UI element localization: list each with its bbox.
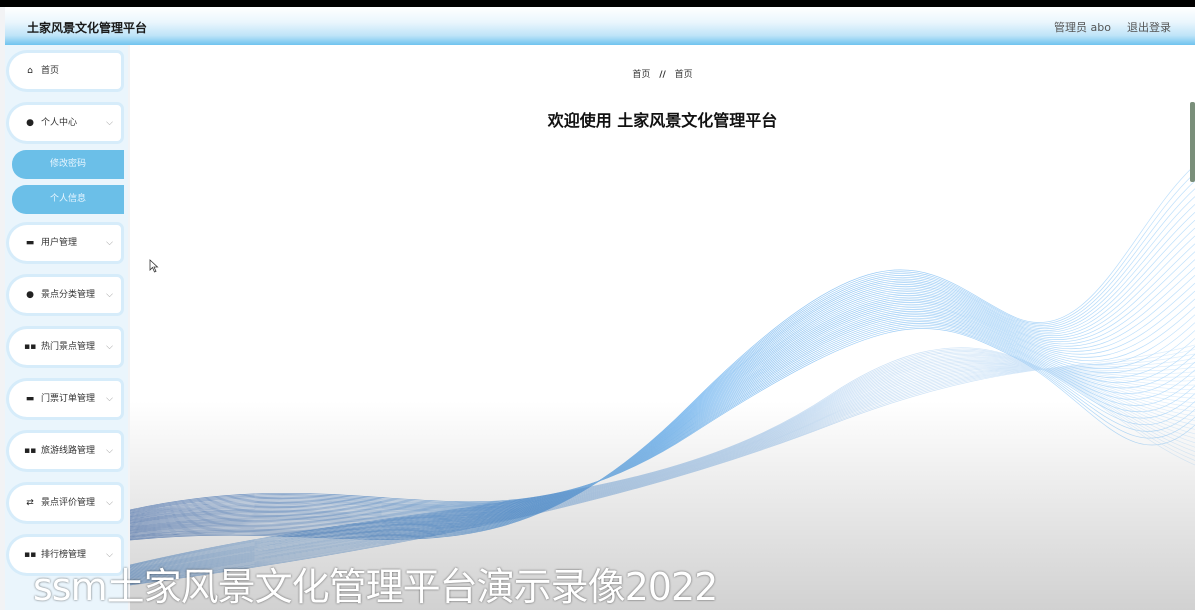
sidebar-item-hot-scenic[interactable]: ▪▪ 热门景点管理 ⌵ (9, 329, 121, 365)
mouse-cursor-icon (149, 259, 159, 273)
top-header: 土家风景文化管理平台 管理员 abo 退出登录 (5, 7, 1195, 45)
submenu-personal-info[interactable]: 个人信息 (12, 185, 124, 214)
chevron-down-icon: ⌵ (106, 394, 113, 404)
sidebar-item-label: 门票订单管理 (41, 394, 96, 404)
sidebar-item-label: 景点评价管理 (41, 498, 96, 508)
chevron-down-icon: ⌵ (106, 446, 113, 456)
sidebar-item-users[interactable]: ▬ 用户管理 ⌵ (9, 225, 121, 261)
sidebar-item-label: 排行榜管理 (41, 550, 87, 560)
sidebar-item-label: 旅游线路管理 (41, 446, 96, 456)
sidebar: ⌂ 首页 ● 个人中心 ⌵ 修改密码 个人信息 ▬ 用户管理 ⌵ ● 景点分类管… (5, 45, 128, 610)
chevron-down-icon: ⌵ (106, 550, 113, 560)
chevron-down-icon: ⌵ (106, 498, 113, 508)
app-window: 土家风景文化管理平台 管理员 abo 退出登录 ⌂ 首页 ● 个人中心 ⌵ 修改… (0, 7, 1195, 610)
person-icon: ● (26, 118, 34, 128)
video-caption: ssm土家风景文化管理平台演示录像2022 (33, 565, 718, 609)
sidebar-item-ticket-orders[interactable]: ▬ 门票订单管理 ⌵ (9, 381, 121, 417)
monitor-icon: ▬ (25, 394, 35, 404)
sidebar-item-travel-routes[interactable]: ▪▪ 旅游线路管理 ⌵ (9, 433, 121, 469)
sidebar-item-label: 热门景点管理 (41, 342, 96, 352)
sidebar-item-label: 景点分类管理 (41, 290, 96, 300)
welcome-heading: 欢迎使用 土家风景文化管理平台 (547, 111, 778, 130)
grid-icon: ▪▪ (24, 446, 37, 456)
chevron-down-icon: ⌵ (106, 238, 113, 248)
monitor-icon: ▬ (25, 238, 35, 248)
chevron-down-icon: ⌵ (106, 290, 113, 300)
chevron-down-icon: ⌵ (106, 118, 113, 128)
sidebar-item-label: 用户管理 (41, 238, 78, 248)
breadcrumb: 首页 // 首页 (130, 67, 1195, 80)
grid-icon: ▪▪ (24, 342, 37, 352)
breadcrumb-current: 首页 (674, 70, 693, 80)
sidebar-item-personal-center[interactable]: ● 个人中心 ⌵ (9, 105, 121, 141)
sidebar-item-home[interactable]: ⌂ 首页 (9, 53, 121, 89)
grid-icon: ▪▪ (24, 550, 37, 560)
breadcrumb-home[interactable]: 首页 (632, 70, 650, 80)
logout-link[interactable]: 退出登录 (1127, 19, 1171, 35)
scrollbar-handle[interactable] (1190, 102, 1195, 182)
sidebar-item-label: 个人中心 (41, 118, 78, 128)
chevron-down-icon: ⌵ (106, 342, 113, 352)
person-icon: ● (26, 290, 34, 300)
submenu-change-password[interactable]: 修改密码 (12, 150, 124, 179)
current-user[interactable]: 管理员 abo (1054, 19, 1111, 35)
home-icon: ⌂ (27, 66, 33, 76)
app-title: 土家风景文化管理平台 (27, 21, 148, 35)
sidebar-item-scenic-reviews[interactable]: ⇄ 景点评价管理 ⌵ (9, 485, 121, 521)
breadcrumb-separator: // (659, 70, 666, 80)
sidebar-item-label: 首页 (41, 66, 60, 76)
main-content: 首页 // 首页 欢迎使用 土家风景文化管理平台 (130, 45, 1195, 610)
arrows-icon: ⇄ (26, 498, 34, 508)
sidebar-item-scenic-category[interactable]: ● 景点分类管理 ⌵ (9, 277, 121, 313)
